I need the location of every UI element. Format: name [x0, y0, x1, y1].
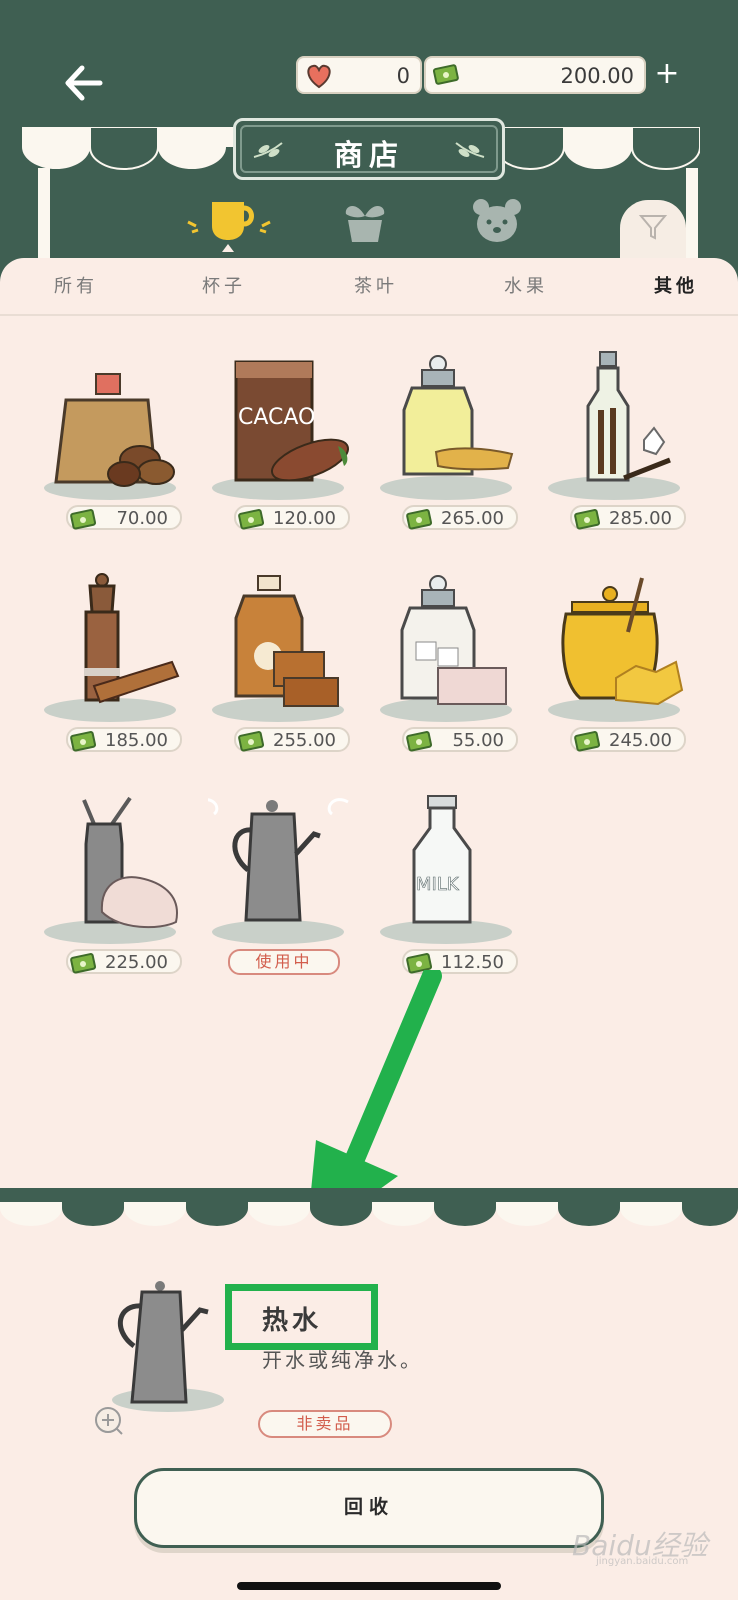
shop-item-maple-syrup[interactable]: 255.00	[208, 572, 356, 772]
money-icon	[574, 509, 601, 530]
tab-cups[interactable]: 杯子	[202, 272, 246, 298]
item-price: 120.00	[273, 508, 336, 529]
price-tag: 120.00	[234, 505, 350, 530]
item-price: 255.00	[273, 730, 336, 751]
coffee-beans-icon	[44, 373, 176, 500]
tab-other[interactable]: 其他	[654, 272, 698, 298]
plant-pot-icon[interactable]	[340, 196, 390, 246]
cinnamon-icon	[44, 573, 180, 722]
money-icon	[238, 731, 265, 752]
milk-icon: MILK	[380, 795, 512, 944]
home-indicator[interactable]	[237, 1582, 501, 1590]
vanilla-bottle-icon	[548, 351, 680, 500]
price-tag: 70.00	[66, 505, 182, 530]
ginger-jar-icon	[380, 355, 514, 500]
price-tag: 185.00	[66, 727, 182, 752]
shop-item-milk[interactable]: MILK 112.50	[376, 794, 524, 994]
heart-icon	[307, 64, 331, 89]
shop-sign: 商店	[233, 118, 505, 180]
money-icon	[432, 64, 459, 85]
money-icon	[406, 731, 433, 752]
money-icon	[406, 509, 433, 530]
annotation-highlight-box	[225, 1284, 378, 1350]
awning-pole-right	[686, 168, 698, 263]
filter-button[interactable]	[620, 200, 686, 258]
price-tag: 285.00	[570, 505, 686, 530]
not-for-sale-badge: 非卖品	[258, 1410, 392, 1438]
hearts-counter: 0	[296, 56, 422, 94]
money-icon	[574, 731, 601, 752]
cacao-icon: CACAO	[212, 360, 349, 500]
maple-syrup-icon	[212, 575, 344, 722]
tab-tea[interactable]: 茶叶	[354, 272, 398, 298]
price-tag: 55.00	[402, 727, 518, 752]
filter-icon	[638, 215, 668, 240]
tab-fruit[interactable]: 水果	[504, 272, 548, 298]
money-icon	[70, 509, 97, 530]
shop-item-vanilla-bottle[interactable]: 285.00	[544, 350, 692, 550]
category-tabs: 所有 杯子 茶叶 水果 其他	[0, 258, 738, 316]
awning-pole-left	[38, 168, 50, 263]
price-tag: 265.00	[402, 505, 518, 530]
milk-label: MILK	[416, 874, 460, 895]
item-price: 55.00	[452, 730, 504, 751]
item-price: 225.00	[105, 952, 168, 973]
item-price: 285.00	[609, 508, 672, 529]
shop-item-ginger-jar[interactable]: 265.00	[376, 350, 524, 550]
price-tag: 245.00	[570, 727, 686, 752]
shop-item-honey[interactable]: 245.00	[544, 572, 692, 772]
tab-all[interactable]: 所有	[54, 272, 98, 298]
item-price: 265.00	[441, 508, 504, 529]
honey-icon	[548, 577, 684, 722]
item-price: 245.00	[609, 730, 672, 751]
money-icon	[238, 509, 265, 530]
cacao-label: CACAO	[238, 405, 315, 430]
detail-kettle-icon	[95, 1281, 224, 1435]
shop-item-sugar-cubes[interactable]: 55.00	[376, 572, 524, 772]
hearts-value: 0	[396, 64, 410, 88]
leaf-icon	[455, 142, 485, 158]
sugar-cubes-icon	[380, 575, 512, 722]
money-counter: 200.00	[424, 56, 646, 94]
money-icon	[70, 731, 97, 752]
money-value: 200.00	[560, 64, 634, 88]
price-tag: 225.00	[66, 949, 182, 974]
money-icon	[70, 953, 97, 974]
bottom-awning	[0, 1188, 738, 1226]
price-tag: 255.00	[234, 727, 350, 752]
whipped-cream-icon	[44, 796, 178, 944]
back-arrow-icon[interactable]	[60, 58, 110, 108]
item-price: 185.00	[105, 730, 168, 751]
cup-icon[interactable]	[182, 196, 278, 260]
item-price: 70.00	[116, 508, 168, 529]
shop-item-coffee-beans[interactable]: 70.00	[40, 350, 188, 550]
shop-item-cinnamon[interactable]: 185.00	[40, 572, 188, 772]
kettle-icon	[208, 798, 349, 944]
shop-item-whipped-cream[interactable]: 225.00	[40, 794, 188, 994]
recycle-button[interactable]: 回收	[134, 1468, 604, 1548]
watermark-url: jingyan.baidu.com	[596, 1556, 689, 1567]
bear-icon[interactable]	[470, 196, 524, 246]
add-money-button[interactable]: +	[650, 57, 684, 93]
shop-item-hot-water-kettle[interactable]: 使用中	[208, 794, 356, 994]
shop-item-cacao[interactable]: CACAO 120.00	[208, 350, 356, 550]
currency-bar: 0 200.00 +	[296, 53, 686, 97]
